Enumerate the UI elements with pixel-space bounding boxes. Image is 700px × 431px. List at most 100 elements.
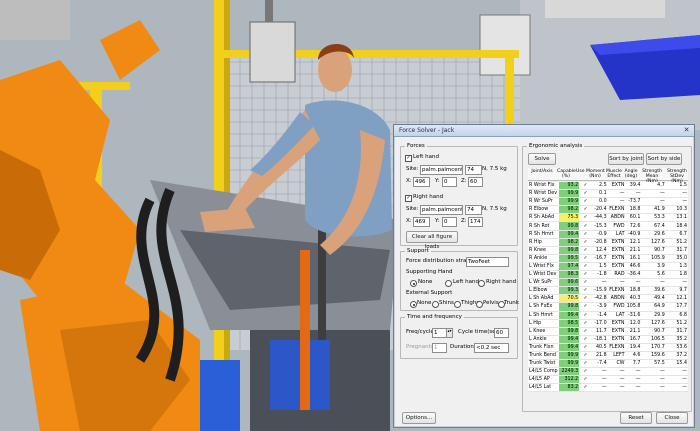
right-site-select[interactable]: palm.palmcenter	[420, 205, 463, 215]
moment-cell: 1.5	[588, 262, 608, 272]
table-row[interactable]: L Wr SuPr 99.6 ✓ — — — — —	[528, 278, 688, 288]
use-cell: ✓	[579, 270, 589, 280]
left-y-input[interactable]: 0	[442, 177, 457, 187]
table-row[interactable]: L4/L5 AP 312.2 ✓ — — — — —	[528, 375, 688, 385]
angle-cell: -31.6	[625, 311, 642, 320]
table-row[interactable]: R Sh AbAd 75.3 ✓ -44.3 ABDN 60.1 53.3 13.1	[528, 213, 688, 223]
joint-cell: L Wr SuPr	[528, 278, 559, 288]
right-x-input[interactable]: 469	[413, 217, 430, 227]
external-support-label: External Support	[406, 290, 453, 296]
table-row[interactable]: L Sh FxEx 99.8 ✓ -3.9 FWD 105.8 64.9 17.7	[528, 302, 688, 312]
angle-cell: 12.0	[625, 319, 642, 328]
capable-cell: 83.2	[558, 383, 580, 393]
moment-cell: —	[588, 383, 608, 393]
sort-by-side-button[interactable]: Sort by side	[646, 153, 682, 165]
time-label: Time and frequency	[405, 314, 464, 320]
table-row[interactable]: R Elbow 98.2 ✓ -20.4 FLEXN 18.8 41.9 10.3	[528, 205, 688, 215]
strength-stdev-cell: —	[665, 375, 688, 385]
close-icon[interactable]: ✕	[682, 126, 691, 134]
freq-input[interactable]: 1	[432, 328, 447, 338]
ext-none-radio[interactable]	[410, 301, 417, 308]
hand-none-radio[interactable]	[410, 280, 417, 287]
use-cell: ✓	[579, 343, 589, 352]
table-row[interactable]: R Wrist Dev 99.9 ✓ 0.1— — — —	[528, 189, 688, 199]
muscle-cell: EXTN	[607, 335, 626, 344]
joint-cell: L Ankle	[528, 335, 559, 344]
table-row[interactable]: R Wr SuPr 99.9 ✓ 0.0— -73.7— —	[528, 197, 688, 207]
ext-pelvis-radio[interactable]	[476, 301, 483, 308]
reset-button[interactable]: Reset	[620, 412, 652, 424]
angle-cell: 19.4	[625, 343, 642, 352]
table-row[interactable]: L Sh Hmrt 99.4 ✓ -1.4 LAT -31.6 29.9 6.8	[528, 311, 688, 320]
table-row[interactable]: R Knee 99.8 ✓ 12.4 EXTN 21.1 90.7 31.7	[528, 246, 688, 255]
strength-mean-cell: 29.9	[641, 311, 666, 320]
ext-shins-radio[interactable]	[432, 301, 439, 308]
joint-cell: Trunk Twist	[528, 359, 559, 369]
table-row[interactable]: L4/L5 Lat 83.2 ✓ — — — — —	[528, 383, 688, 393]
table-row[interactable]: R Sh Rot 99.8 ✓ -15.3 FWD 72.6 67.4 18.4	[528, 221, 688, 231]
muscle-cell: —	[607, 367, 626, 377]
table-row[interactable]: R Wrist Flx 93.2 ✓ 2.5 EXTN 39.4 4.7 1.5	[528, 182, 688, 191]
hand-right-radio[interactable]	[478, 280, 485, 287]
cycle-input[interactable]: 60	[494, 328, 509, 338]
left-force-input[interactable]: 74	[465, 165, 482, 175]
joint-cell: L4/L5 Lat	[528, 383, 559, 393]
table-row[interactable]: R Sh Hmrt 99.4 ✓ -0.9 LAT -40.9 29.6 6.7	[528, 230, 688, 239]
close-button[interactable]: Close	[656, 412, 688, 424]
moment-cell: —	[588, 278, 608, 288]
table-row[interactable]: L Knee 99.8 ✓ 11.7 EXTN 21.1 90.7 31.7	[528, 327, 688, 336]
left-hand-checkbox[interactable]: ✓	[405, 155, 412, 162]
right-hand-checkbox[interactable]: ✓	[405, 195, 412, 202]
moment-cell: -44.3	[588, 213, 608, 223]
strength-stdev-cell: 35.0	[665, 254, 688, 263]
table-row[interactable]: Trunk Twist 99.9 ✓ -7.4 CW 7.7 57.5 15.4	[528, 359, 688, 369]
table-row[interactable]: L Elbow 99.3 ✓ -15.9 FLEXN 18.8 39.6 9.7	[528, 286, 688, 296]
table-row[interactable]: Trunk Flxn 99.4 ✓ 40.5 FLEXN 19.4 170.7 53.6	[528, 343, 688, 352]
table-row[interactable]: L Wrist Dev 98.3 ✓ -1.8 RAD -36.4 5.6 1.8	[528, 270, 688, 280]
freq-spinner[interactable]: ▴▾	[446, 328, 453, 338]
right-z-input[interactable]: 174	[468, 217, 483, 227]
muscle-cell: EXTN	[607, 262, 626, 272]
ext-thighs-radio[interactable]	[454, 301, 461, 308]
pregnant-input[interactable]: 1	[432, 343, 447, 353]
clear-loads-button[interactable]: Clear all figure loads	[406, 231, 458, 250]
moment-cell: 0.1	[588, 189, 608, 199]
capable-cell: 93.2	[558, 182, 580, 191]
muscle-cell: —	[607, 375, 626, 385]
table-row[interactable]: R Ankle 99.5 ✓ -16.7 EXTN 16.1 105.9 35.0	[528, 254, 688, 263]
left-hand-label: Left hand	[413, 154, 439, 160]
left-x-input[interactable]: 496	[413, 177, 430, 187]
options-button[interactable]: Options...	[402, 412, 436, 424]
solve-button[interactable]: Solve	[528, 153, 556, 165]
table-row[interactable]: L Hip 98.5 ✓ -17.0 EXTN 12.0 127.6 51.2	[528, 319, 688, 328]
capable-cell: 99.9	[558, 189, 580, 199]
muscle-cell: ABDN	[607, 294, 626, 304]
left-z-input[interactable]: 60	[468, 177, 483, 187]
muscle-cell: EXTN	[607, 254, 626, 263]
moment-cell: 40.5	[588, 343, 608, 352]
table-row[interactable]: L4/L5 Comp 2249.3 ✓ — — — — —	[528, 367, 688, 377]
right-force-input[interactable]: 74	[465, 205, 482, 215]
angle-cell: 18.8	[625, 286, 642, 296]
strategy-select[interactable]: TwoFeet	[466, 257, 509, 267]
capable-cell: 99.5	[558, 254, 580, 263]
window-title: Force Solver - Jack	[399, 127, 455, 134]
table-row[interactable]: L Ankle 99.4 ✓ -18.1 EXTN 16.7 106.5 35.2	[528, 335, 688, 344]
capable-cell: 99.8	[558, 302, 580, 312]
sort-by-joint-button[interactable]: Sort by joint	[608, 153, 644, 165]
table-row[interactable]: Trunk Bend 99.9 ✓ 21.8 LEFT 4.6 159.6 37.2	[528, 351, 688, 361]
left-site-select[interactable]: palm.palmcenter	[420, 165, 463, 175]
hand-left-label: Left hand	[453, 279, 479, 285]
moment-cell: 2.5	[588, 182, 608, 191]
table-row[interactable]: R Hip 98.2 ✓ -20.8 EXTN 12.1 127.6 51.2	[528, 238, 688, 247]
strength-mean-cell: 64.9	[641, 302, 666, 312]
use-cell: ✓	[579, 351, 589, 361]
angle-cell: 18.8	[625, 205, 642, 215]
table-row[interactable]: L Sh AbAd 70.5 ✓ -42.8 ABDN 40.3 49.4 12.1	[528, 294, 688, 304]
table-row[interactable]: L Wrist Flx 97.4 ✓ 1.5 EXTN 46.6 3.9 1.3	[528, 262, 688, 272]
duration-select[interactable]: <0.2 sec	[474, 343, 509, 353]
right-y-input[interactable]: 0	[442, 217, 457, 227]
use-cell: ✓	[579, 230, 589, 239]
angle-cell: 21.1	[625, 246, 642, 255]
hand-left-radio[interactable]	[445, 280, 452, 287]
